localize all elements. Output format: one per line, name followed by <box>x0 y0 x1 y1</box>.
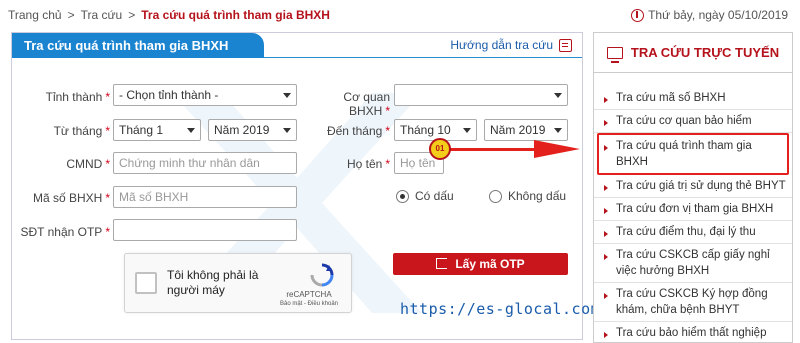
breadcrumb-separator: > <box>67 8 75 22</box>
name-label: Họ tên * <box>346 157 390 171</box>
chevron-down-icon <box>283 93 291 98</box>
panel-header: Tra cứu quá trình tham gia BHXH Hướng dẫ… <box>12 33 582 58</box>
id-input[interactable]: Chứng minh thư nhân dân <box>113 152 297 174</box>
recaptcha-icon <box>310 263 334 287</box>
get-otp-button[interactable]: Lấy mã OTP <box>393 253 568 275</box>
code-label: Mã số BHXH * <box>32 191 110 205</box>
date-display: Thứ bảy, ngày 05/10/2019 <box>631 8 788 22</box>
online-lookup-sidebar: TRA CỨU TRỰC TUYẾN Tra cứu mã số BHXH Tr… <box>593 32 793 343</box>
breadcrumb-parent[interactable]: Tra cứu <box>81 8 123 22</box>
step-badge: 01 <box>429 138 451 160</box>
sidebar-item-unemployment-insurance[interactable]: Tra cứu bảo hiểm thất nghiệp <box>594 322 792 343</box>
guide-link[interactable]: Hướng dẫn tra cứu <box>450 38 572 52</box>
accent-on-radio[interactable]: Có dấu <box>396 189 454 203</box>
edit-icon <box>559 38 572 52</box>
id-label: CMND * <box>66 157 110 171</box>
chevron-down-icon <box>463 128 471 133</box>
captcha-checkbox[interactable] <box>135 272 157 294</box>
from-year-select[interactable]: Năm 2019 <box>208 119 297 141</box>
sidebar-item-bhxh-code[interactable]: Tra cứu mã số BHXH <box>594 87 792 110</box>
province-label: Tỉnh thành * <box>45 90 110 104</box>
phone-label: SĐT nhận OTP * <box>20 225 111 239</box>
sidebar-item-collection-points[interactable]: Tra cứu điểm thu, đại lý thu <box>594 221 792 244</box>
agency-label: Cơ quan BHXH * <box>343 90 390 118</box>
site-url: https://es-glocal.com/ <box>400 300 610 318</box>
to-month-label: Đến tháng * <box>326 124 390 138</box>
chevron-down-icon <box>554 93 562 98</box>
annotation-arrow <box>450 148 536 151</box>
sidebar-item-insurance-agency[interactable]: Tra cứu cơ quan bảo hiểm <box>594 110 792 133</box>
top-bar: Trang chủ > Tra cứu > Tra cứu quá trình … <box>0 0 800 30</box>
agency-select[interactable] <box>394 84 568 106</box>
captcha-label: Tôi không phải là người máy <box>167 268 259 297</box>
panel-title: Tra cứu quá trình tham gia BHXH <box>12 33 264 58</box>
guide-link-label: Hướng dẫn tra cứu <box>450 38 553 52</box>
to-year-select[interactable]: Năm 2019 <box>484 119 568 141</box>
monitor-icon <box>606 46 623 63</box>
breadcrumb-current: Tra cứu quá trình tham gia BHXH <box>141 8 330 22</box>
chevron-down-icon <box>283 128 291 133</box>
sidebar-item-sick-leave-facilities[interactable]: Tra cứu CSKCB cấp giấy nghỉ việc hưởng B… <box>594 244 792 283</box>
accent-off-radio[interactable]: Không dấu <box>489 189 566 203</box>
captcha-brand: reCAPTCHA <box>286 290 332 299</box>
sidebar-list: Tra cứu mã số BHXH Tra cứu cơ quan bảo h… <box>594 87 792 343</box>
sidebar-title: TRA CỨU TRỰC TUYẾN <box>594 33 792 73</box>
annotation-arrow-head <box>534 140 580 158</box>
radio-selected-icon <box>396 189 409 203</box>
recaptcha-widget: Tôi không phải là người máy reCAPTCHA Bả… <box>124 253 352 313</box>
lookup-panel: Tra cứu quá trình tham gia BHXH Hướng dẫ… <box>11 32 583 340</box>
radio-empty-icon <box>489 189 502 203</box>
from-month-label: Từ tháng * <box>53 124 110 138</box>
province-select[interactable]: - Chọn tỉnh thành - <box>113 84 297 106</box>
date-text: Thứ bảy, ngày 05/10/2019 <box>648 8 788 22</box>
sidebar-item-bhyt-card[interactable]: Tra cứu giá trị sử dụng thẻ BHYT <box>594 175 792 198</box>
sidebar-item-bhyt-contract-facilities[interactable]: Tra cứu CSKCB Ký hợp đồng khám, chữa bện… <box>594 283 792 322</box>
sidebar-item-participating-unit[interactable]: Tra cứu đơn vị tham gia BHXH <box>594 198 792 221</box>
captcha-links[interactable]: Bảo mật - Điều khoản <box>273 301 345 307</box>
phone-input[interactable] <box>113 219 297 241</box>
breadcrumb-home[interactable]: Trang chủ <box>8 8 62 22</box>
from-month-select[interactable]: Tháng 1 <box>113 119 201 141</box>
chevron-down-icon <box>187 128 195 133</box>
clock-icon <box>631 8 645 22</box>
code-input[interactable]: Mã số BHXH <box>113 186 297 208</box>
chevron-down-icon <box>554 128 562 133</box>
login-icon <box>436 258 448 269</box>
sidebar-item-participation-history[interactable]: Tra cứu quá trình tham gia BHXH <box>597 133 789 175</box>
breadcrumb: Trang chủ > Tra cứu > Tra cứu quá trình … <box>8 8 330 22</box>
breadcrumb-separator: > <box>128 8 136 22</box>
